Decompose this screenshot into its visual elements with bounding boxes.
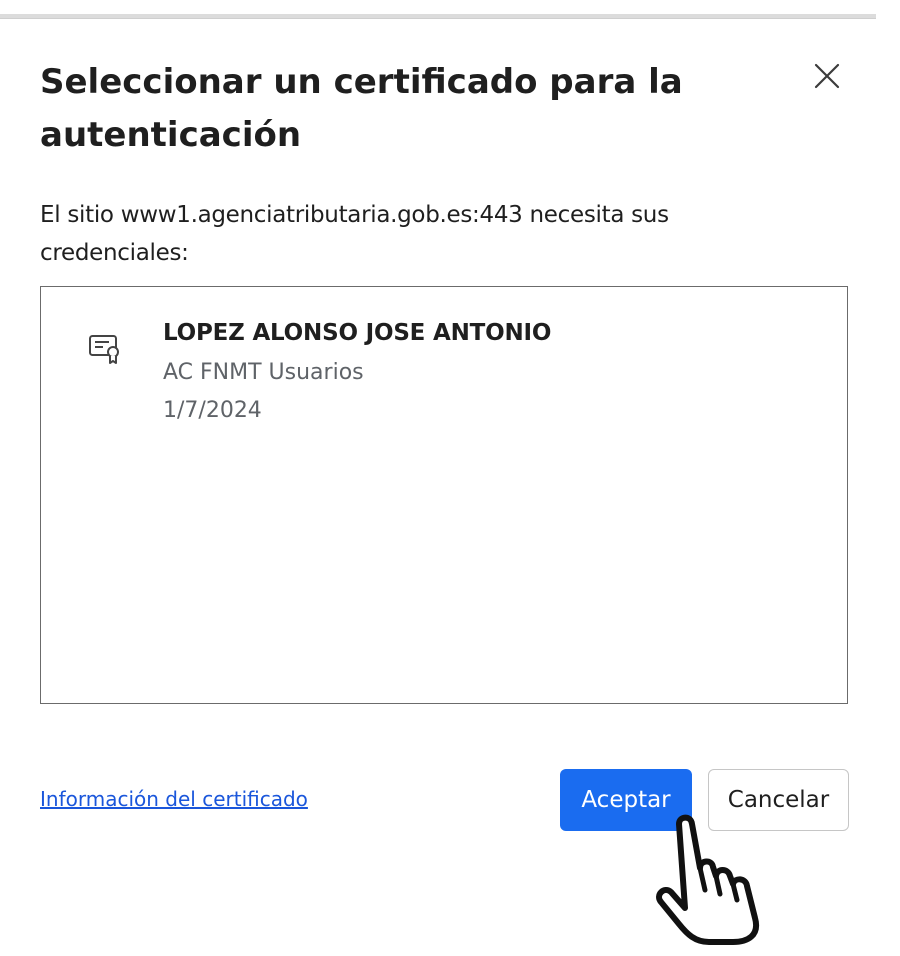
certificate-date: 1/7/2024 — [163, 398, 262, 423]
close-button[interactable] — [803, 56, 847, 96]
certificate-dialog: Seleccionar un certificado para la auten… — [0, 0, 900, 956]
certificate-list: LOPEZ ALONSO JOSE ANTONIO AC FNMT Usuari… — [40, 286, 848, 704]
certificate-name: LOPEZ ALONSO JOSE ANTONIO — [163, 320, 552, 346]
dialog-message: El sitio www1.agenciatributaria.gob.es:4… — [40, 202, 669, 266]
cancel-button[interactable]: Cancelar — [708, 769, 849, 831]
certificate-icon — [89, 335, 119, 364]
certificate-issuer: AC FNMT Usuarios — [163, 360, 364, 385]
certificate-info-link[interactable]: Información del certificado — [40, 787, 308, 811]
close-icon — [814, 63, 840, 89]
certificate-item[interactable]: LOPEZ ALONSO JOSE ANTONIO AC FNMT Usuari… — [41, 287, 847, 447]
accept-button[interactable]: Aceptar — [560, 769, 692, 831]
dialog-title: Seleccionar un certificado para la auten… — [40, 62, 683, 155]
